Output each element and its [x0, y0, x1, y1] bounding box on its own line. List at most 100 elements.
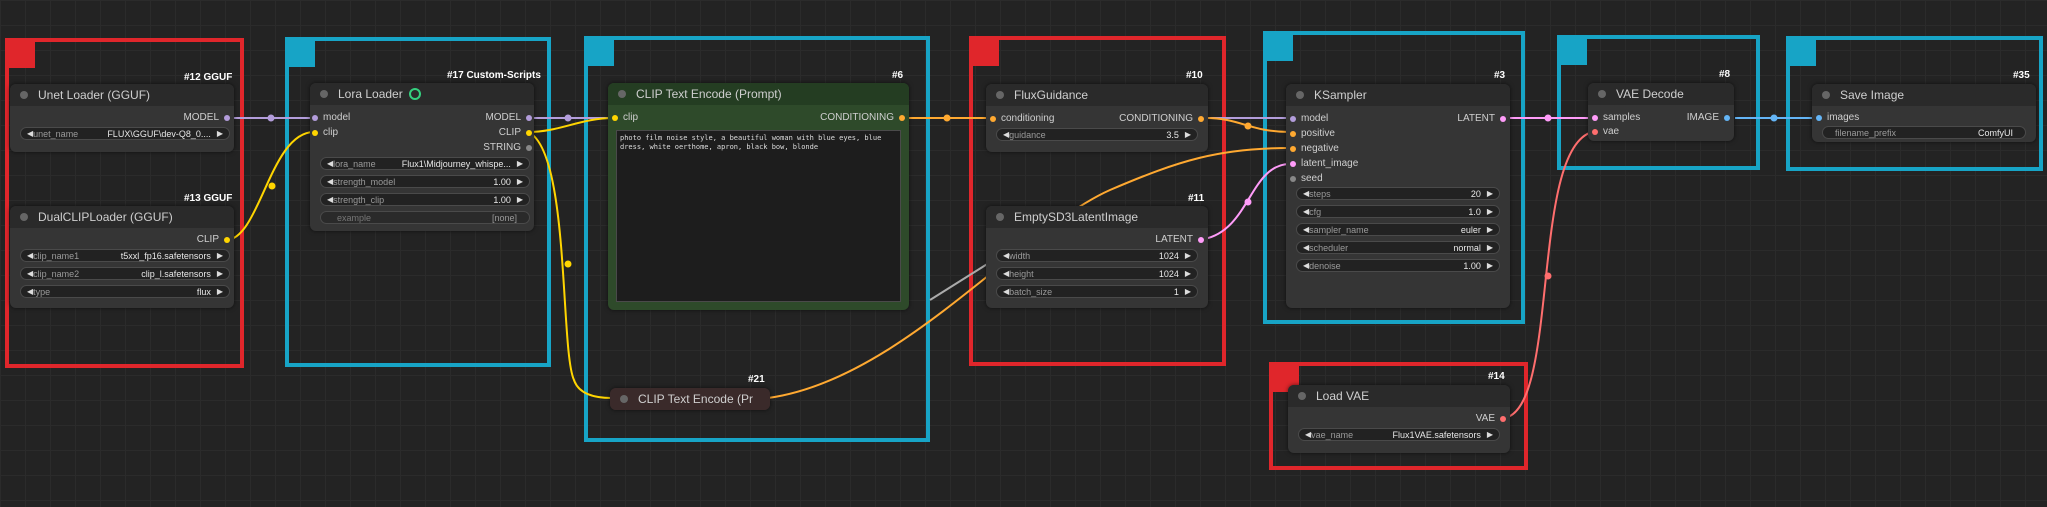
- slot-dot[interactable]: [1198, 236, 1204, 243]
- arrow-right-icon[interactable]: ▶: [1487, 225, 1493, 234]
- slot-dot[interactable]: [224, 114, 230, 121]
- collapse-dot[interactable]: [1598, 90, 1606, 98]
- vae-decode-node[interactable]: VAE Decode samples vae IMAGE: [1588, 83, 1734, 141]
- input-clip[interactable]: clip: [612, 112, 638, 123]
- group-tab[interactable]: [9, 42, 35, 68]
- arrow-right-icon[interactable]: ▶: [1185, 287, 1191, 296]
- input-samples[interactable]: samples: [1592, 112, 1640, 123]
- slot-dot[interactable]: [1290, 175, 1296, 182]
- input-model[interactable]: model: [1290, 113, 1328, 124]
- input-latent-image[interactable]: latent_image: [1290, 158, 1358, 169]
- slot-dot[interactable]: [1724, 114, 1730, 121]
- group-tab[interactable]: [1267, 35, 1293, 61]
- input-images[interactable]: images: [1816, 112, 1859, 123]
- input-conditioning[interactable]: conditioning: [990, 113, 1054, 124]
- output-latent[interactable]: LATENT: [1457, 113, 1506, 124]
- slot-dot[interactable]: [1816, 114, 1822, 121]
- filename-prefix-input[interactable]: filename_prefix ComfyUI: [1822, 126, 2026, 139]
- collapse-dot[interactable]: [1296, 91, 1304, 99]
- strength-model-number[interactable]: ◀ strength_model 1.00 ▶: [320, 175, 530, 188]
- arrow-right-icon[interactable]: ▶: [517, 195, 523, 204]
- group-tab[interactable]: [289, 41, 315, 67]
- collapse-dot[interactable]: [996, 91, 1004, 99]
- flux-guidance-node[interactable]: FluxGuidance conditioning CONDITIONING ◀…: [986, 84, 1208, 152]
- prompt-textarea[interactable]: photo film noise style, a beautiful woma…: [616, 130, 901, 302]
- cfg-number[interactable]: ◀ cfg 1.0 ▶: [1296, 205, 1500, 218]
- slot-dot[interactable]: [224, 236, 230, 243]
- arrow-right-icon[interactable]: ▶: [1487, 243, 1493, 252]
- collapse-dot[interactable]: [1298, 392, 1306, 400]
- slot-dot[interactable]: [1290, 115, 1296, 122]
- group-tab[interactable]: [973, 40, 999, 66]
- node-header[interactable]: Load VAE: [1288, 385, 1510, 407]
- arrow-right-icon[interactable]: ▶: [1487, 430, 1493, 439]
- arrow-right-icon[interactable]: ▶: [217, 251, 223, 260]
- node-header[interactable]: KSampler: [1286, 84, 1510, 106]
- denoise-number[interactable]: ◀ denoise 1.00 ▶: [1296, 259, 1500, 272]
- collapse-dot[interactable]: [320, 90, 328, 98]
- slot-dot[interactable]: [526, 144, 532, 151]
- clip-text-encode-node[interactable]: CLIP Text Encode (Prompt) clip CONDITION…: [608, 83, 909, 310]
- group-tab[interactable]: [588, 40, 614, 66]
- arrow-right-icon[interactable]: ▶: [517, 177, 523, 186]
- output-conditioning[interactable]: CONDITIONING: [1119, 113, 1204, 124]
- slot-dot[interactable]: [899, 114, 905, 121]
- type-combo[interactable]: ◀ type flux ▶: [20, 285, 230, 298]
- clip-name1-combo[interactable]: ◀ clip_name1 t5xxl_fp16.safetensors ▶: [20, 249, 230, 262]
- output-clip[interactable]: CLIP: [499, 127, 532, 138]
- group-tab[interactable]: [1561, 39, 1587, 65]
- arrow-right-icon[interactable]: ▶: [1487, 261, 1493, 270]
- slot-dot[interactable]: [1198, 115, 1204, 122]
- vae-name-combo[interactable]: ◀ vae_name Flux1VAE.safetensors ▶: [1298, 428, 1500, 441]
- slot-dot[interactable]: [1290, 130, 1296, 137]
- output-latent[interactable]: LATENT: [1155, 234, 1204, 245]
- arrow-right-icon[interactable]: ▶: [1487, 207, 1493, 216]
- slot-dot[interactable]: [526, 114, 532, 121]
- scheduler-combo[interactable]: ◀ scheduler normal ▶: [1296, 241, 1500, 254]
- arrow-right-icon[interactable]: ▶: [1185, 130, 1191, 139]
- save-image-node[interactable]: Save Image images filename_prefix ComfyUI: [1812, 84, 2036, 142]
- dualclip-loader-node[interactable]: DualCLIPLoader (GGUF) CLIP ◀ clip_name1 t5…: [10, 206, 234, 308]
- slot-dot[interactable]: [1500, 115, 1506, 122]
- slot-dot[interactable]: [612, 114, 618, 121]
- example-combo[interactable]: example [none]: [320, 211, 530, 224]
- batch-size-number[interactable]: ◀ batch_size 1 ▶: [996, 285, 1198, 298]
- slot-dot[interactable]: [990, 115, 996, 122]
- steps-number[interactable]: ◀ steps 20 ▶: [1296, 187, 1500, 200]
- empty-latent-image-node[interactable]: EmptySD3LatentImage LATENT ◀ width 1024 ▶ ◀…: [986, 206, 1208, 308]
- node-header[interactable]: Unet Loader (GGUF): [10, 84, 234, 106]
- clip-name2-combo[interactable]: ◀ clip_name2 clip_l.safetensors ▶: [20, 267, 230, 280]
- collapse-dot[interactable]: [620, 395, 628, 403]
- arrow-right-icon[interactable]: ▶: [1185, 251, 1191, 260]
- lora-loader-node[interactable]: Lora Loader model clip MODEL CLIP STRING…: [310, 83, 534, 231]
- unet-loader-node[interactable]: Unet Loader (GGUF) MODEL ◀ unet_name FLUX\…: [10, 84, 234, 152]
- output-clip[interactable]: CLIP: [197, 234, 230, 245]
- node-header[interactable]: Lora Loader: [310, 83, 534, 105]
- collapse-dot[interactable]: [20, 91, 28, 99]
- arrow-right-icon[interactable]: ▶: [217, 129, 223, 138]
- arrow-right-icon[interactable]: ▶: [217, 269, 223, 278]
- arrow-right-icon[interactable]: ▶: [517, 159, 523, 168]
- node-header[interactable]: EmptySD3LatentImage: [986, 206, 1208, 228]
- output-vae[interactable]: VAE: [1476, 413, 1506, 424]
- node-header[interactable]: FluxGuidance: [986, 84, 1208, 106]
- input-negative[interactable]: negative: [1290, 143, 1339, 154]
- slot-dot[interactable]: [1592, 114, 1598, 121]
- node-header[interactable]: Save Image: [1812, 84, 2036, 106]
- input-clip[interactable]: clip: [312, 127, 338, 138]
- node-header[interactable]: CLIP Text Encode (Pr: [610, 388, 770, 410]
- lora-name-combo[interactable]: ◀ lora_name Flux1\Midjourney_whispe... ▶: [320, 157, 530, 170]
- width-number[interactable]: ◀ width 1024 ▶: [996, 249, 1198, 262]
- strength-clip-number[interactable]: ◀ strength_clip 1.00 ▶: [320, 193, 530, 206]
- slot-dot[interactable]: [1500, 415, 1506, 422]
- group-tab[interactable]: [1790, 40, 1816, 66]
- output-model[interactable]: MODEL: [485, 112, 532, 123]
- input-vae[interactable]: vae: [1592, 126, 1619, 137]
- collapse-dot[interactable]: [618, 90, 626, 98]
- unet-name-combo[interactable]: ◀ unet_name FLUX\GGUF\dev-Q8_0.... ▶: [20, 127, 230, 140]
- slot-dot[interactable]: [526, 129, 532, 136]
- load-vae-node[interactable]: Load VAE VAE ◀ vae_name Flux1VAE.safetenso…: [1288, 385, 1510, 453]
- height-number[interactable]: ◀ height 1024 ▶: [996, 267, 1198, 280]
- node-header[interactable]: DualCLIPLoader (GGUF): [10, 206, 234, 228]
- sampler-name-combo[interactable]: ◀ sampler_name euler ▶: [1296, 223, 1500, 236]
